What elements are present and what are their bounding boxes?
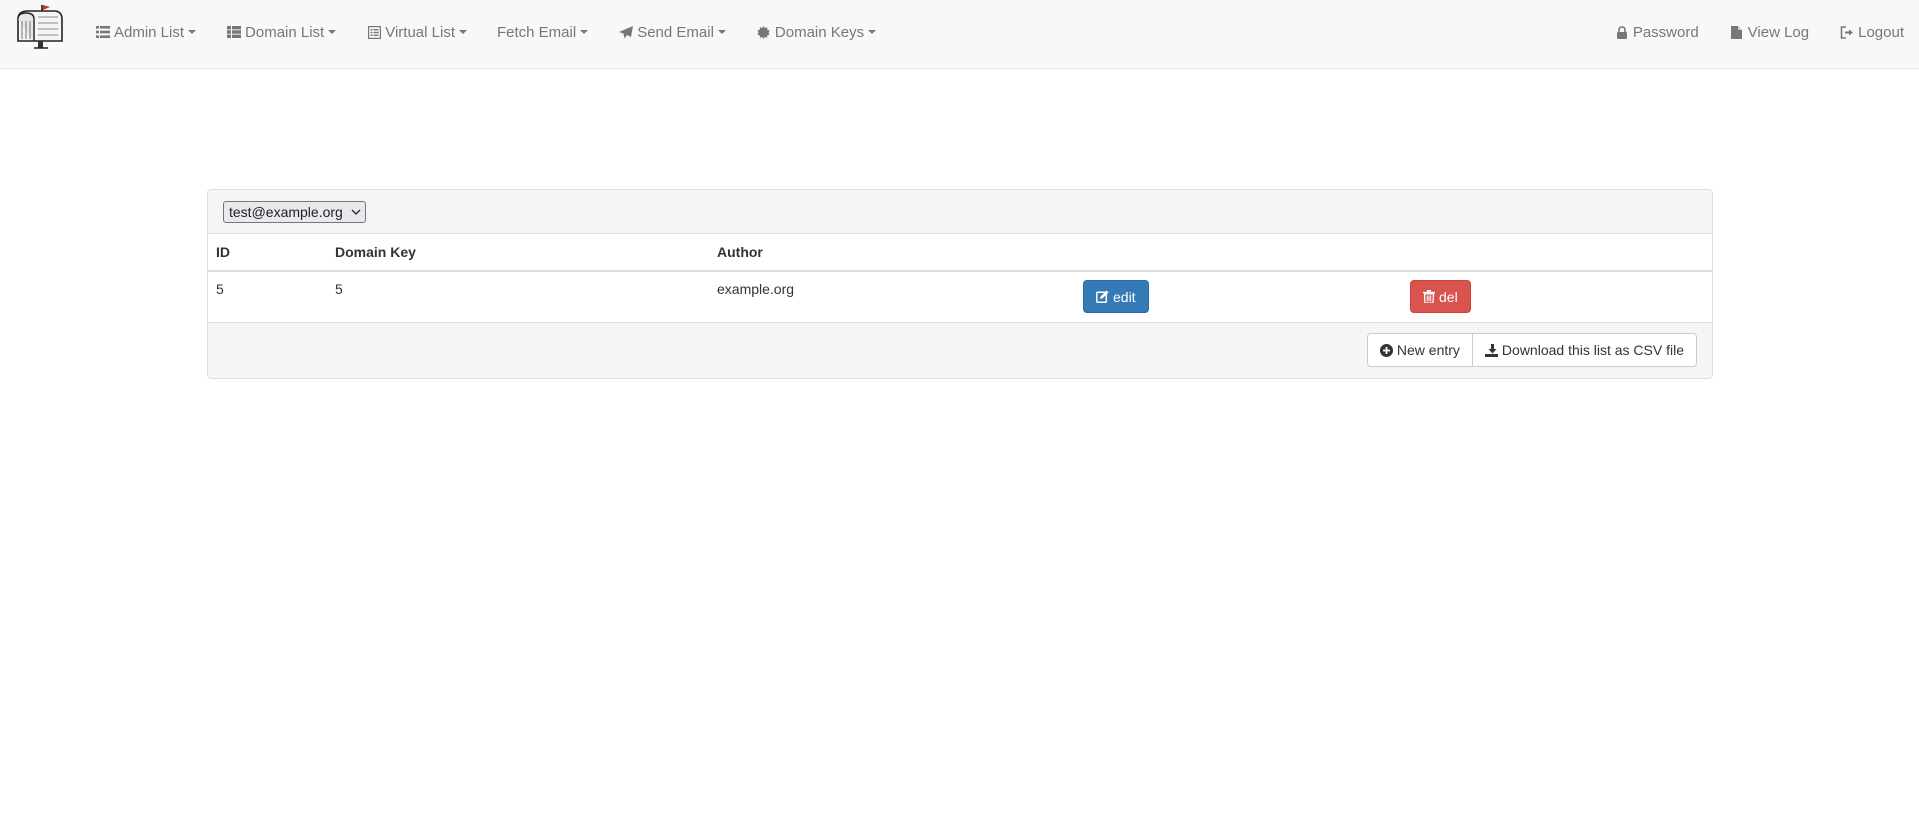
menu-fetch-email[interactable]: Fetch Email (482, 0, 603, 64)
lock-icon (1614, 25, 1630, 39)
top-navbar: Admin List Domain List Virtual List Fetc… (0, 0, 1919, 69)
column-header-delete (1402, 234, 1712, 272)
menu-view-log[interactable]: View Log (1714, 0, 1824, 64)
cell-delete: del (1402, 271, 1712, 322)
edit-button-label: edit (1113, 288, 1136, 305)
send-icon (618, 25, 634, 39)
menu-password[interactable]: Password (1599, 0, 1714, 64)
menu-password-label: Password (1632, 23, 1699, 41)
cell-domain-key: 5 (335, 281, 343, 297)
menu-domain-list[interactable]: Domain List (211, 0, 351, 64)
column-header-domain-key[interactable]: Domain Key (327, 234, 709, 272)
footer-actions: New entry Download this list as CSV file (1366, 333, 1697, 367)
menu-domain-keys[interactable]: Domain Keys (741, 0, 891, 64)
menu-send-email[interactable]: Send Email (603, 0, 741, 64)
menu-logout-label: Logout (1858, 23, 1904, 41)
caret-down-icon (580, 30, 589, 34)
list-alt-icon (366, 25, 382, 39)
menu-virtual-list[interactable]: Virtual List (351, 0, 482, 64)
certificate-icon (756, 25, 772, 39)
menu-domain-keys-label: Domain Keys (774, 23, 865, 41)
edit-button[interactable]: edit (1083, 280, 1149, 313)
new-entry-label: New entry (1396, 342, 1460, 358)
table-header-row: ID Domain Key Author (208, 234, 1712, 272)
menu-send-email-label: Send Email (637, 23, 714, 41)
plus-circle-icon (1379, 343, 1393, 357)
delete-button[interactable]: del (1410, 280, 1471, 313)
domain-keys-table: ID Domain Key Author 5 5 example.org edi… (208, 234, 1712, 322)
delete-button-label: del (1439, 288, 1458, 305)
menu-view-log-label: View Log (1747, 23, 1810, 41)
new-entry-button[interactable]: New entry (1366, 333, 1473, 367)
list-icon (95, 25, 111, 39)
caret-down-icon (328, 30, 337, 34)
table-row: 5 5 example.org edit del (208, 271, 1712, 322)
cell-id: 5 (216, 281, 224, 297)
menu-admin-list-label: Admin List (114, 23, 185, 41)
chevron-down-icon (351, 208, 361, 216)
download-csv-button[interactable]: Download this list as CSV file (1471, 333, 1697, 367)
main-menu: Admin List Domain List Virtual List Fetc… (80, 0, 891, 64)
domain-keys-panel: test@example.org ID Domain Key Author 5 … (207, 189, 1713, 379)
caret-down-icon (717, 30, 726, 34)
column-header-author[interactable]: Author (709, 234, 1075, 272)
menu-logout[interactable]: Logout (1824, 0, 1919, 64)
admin-filter-select[interactable]: test@example.org (223, 201, 366, 223)
caret-down-icon (188, 30, 197, 34)
caret-down-icon (868, 30, 877, 34)
user-menu: Password View Log Logout (1599, 0, 1919, 64)
column-header-id[interactable]: ID (208, 234, 327, 272)
menu-fetch-email-label: Fetch Email (497, 23, 577, 41)
cell-author: example.org (717, 281, 795, 297)
menu-virtual-list-label: Virtual List (385, 23, 455, 41)
menu-admin-list[interactable]: Admin List (80, 0, 211, 64)
column-header-edit (1075, 234, 1402, 272)
table-list-icon (226, 25, 242, 39)
mailbox-logo[interactable] (14, 1, 64, 51)
log-out-icon (1839, 25, 1855, 39)
download-icon (1484, 343, 1498, 357)
panel-heading: test@example.org (208, 190, 1712, 234)
panel-footer: New entry Download this list as CSV file (208, 322, 1712, 378)
download-csv-label: Download this list as CSV file (1501, 342, 1684, 358)
edit-icon (1096, 290, 1109, 303)
trash-icon (1423, 290, 1435, 303)
cell-edit: edit (1075, 271, 1402, 322)
menu-domain-list-label: Domain List (245, 23, 325, 41)
admin-filter-value: test@example.org (229, 204, 343, 220)
mailbox-icon (17, 5, 63, 49)
caret-down-icon (459, 30, 467, 34)
file-icon (1729, 25, 1745, 39)
